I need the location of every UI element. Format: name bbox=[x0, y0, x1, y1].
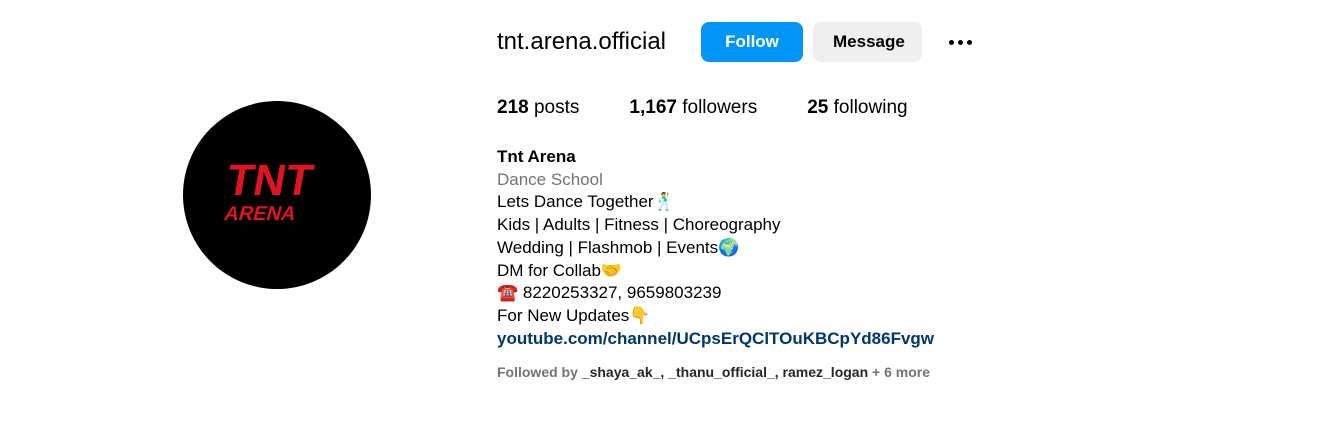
username: tnt.arena.official bbox=[497, 28, 666, 55]
bio-line: ☎️ 8220253327, 9659803239 bbox=[497, 283, 722, 303]
more-options-icon[interactable] bbox=[944, 26, 976, 58]
logo-text-top: TNT bbox=[223, 156, 317, 205]
posts-count: 218 bbox=[497, 97, 529, 118]
followers-count: 1,167 bbox=[629, 97, 677, 118]
posts-stat: 218 posts bbox=[497, 97, 579, 119]
following-stat[interactable]: 25 following bbox=[807, 97, 907, 119]
avatar[interactable]: TNT ARENA bbox=[183, 101, 371, 289]
tnt-arena-logo: TNT ARENA bbox=[222, 156, 317, 225]
follow-button[interactable]: Follow bbox=[701, 22, 803, 62]
followed-by-more: + 6 more bbox=[868, 364, 931, 380]
dot bbox=[957, 39, 963, 45]
bio-link[interactable]: youtube.com/channel/UCpsErQClTOuKBCpYd86… bbox=[497, 329, 934, 348]
bio: Tnt Arena Dance School Lets Dance Togeth… bbox=[497, 146, 934, 350]
following-count: 25 bbox=[807, 97, 829, 118]
followers-label: followers bbox=[682, 97, 758, 118]
followed-by[interactable]: Followed by _shaya_ak_, _thanu_official_… bbox=[497, 364, 930, 380]
profile-name: Tnt Arena bbox=[497, 147, 576, 166]
followed-by-users: _shaya_ak_, _thanu_official_, ramez_loga… bbox=[581, 364, 869, 380]
followed-by-prefix: Followed by bbox=[497, 364, 582, 380]
dot bbox=[948, 39, 954, 45]
bio-line: Wedding | Flashmob | Events🌍 bbox=[497, 237, 740, 257]
message-button[interactable]: Message bbox=[813, 22, 922, 62]
profile-category: Dance School bbox=[497, 169, 603, 189]
following-label: following bbox=[833, 97, 908, 118]
bio-line: Lets Dance Together🕺 bbox=[497, 192, 675, 212]
posts-label: posts bbox=[533, 97, 580, 118]
bio-line: Kids | Adults | Fitness | Choreography bbox=[497, 215, 781, 235]
bio-line: For New Updates👇 bbox=[497, 305, 651, 325]
logo-text-bottom: ARENA bbox=[222, 203, 299, 225]
bio-line: DM for Collab🤝 bbox=[497, 260, 623, 280]
profile-stats: 218 posts 1,167 followers 25 following bbox=[497, 97, 958, 119]
profile-header: tnt.arena.official Follow Message bbox=[497, 22, 976, 62]
followers-stat[interactable]: 1,167 followers bbox=[629, 97, 757, 119]
dot bbox=[966, 39, 972, 45]
